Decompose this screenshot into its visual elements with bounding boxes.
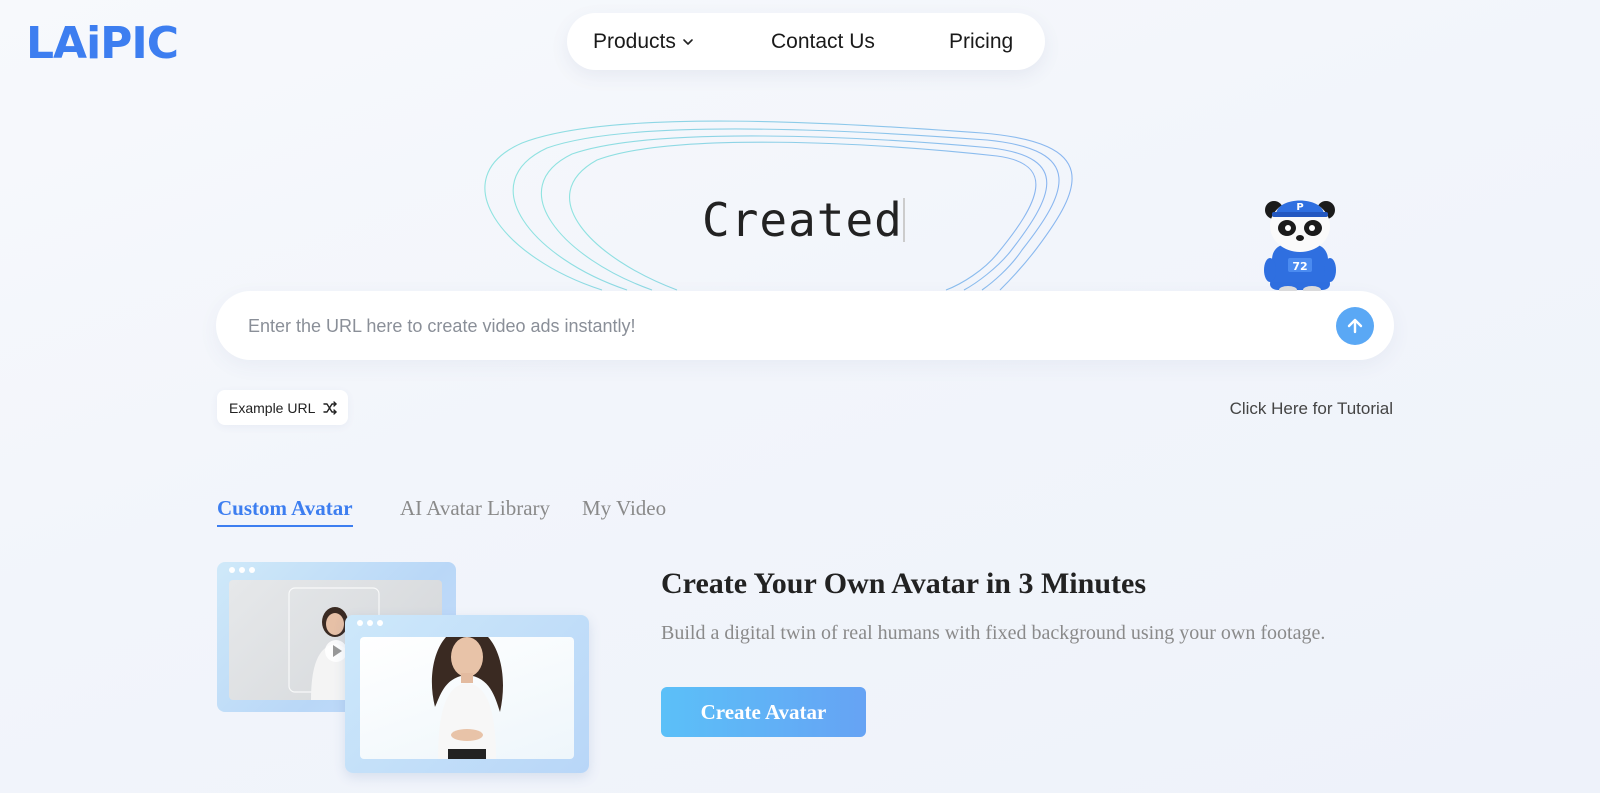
tutorial-link[interactable]: Click Here for Tutorial — [1230, 399, 1393, 419]
url-search-bar — [216, 291, 1394, 360]
nav-products[interactable]: Products — [593, 30, 694, 54]
example-url-label: Example URL — [229, 399, 316, 416]
svg-text:72: 72 — [1292, 260, 1307, 273]
arrow-up-icon — [1347, 318, 1363, 334]
hero-typed-word: Created — [702, 193, 903, 247]
tab-ai-avatar-library[interactable]: AI Avatar Library — [400, 496, 550, 521]
tab-my-video[interactable]: My Video — [582, 496, 666, 521]
svg-text:P: P — [1296, 202, 1303, 213]
nav-pricing[interactable]: Pricing — [949, 30, 1013, 54]
chevron-down-icon — [683, 39, 693, 45]
avatar-screen — [360, 637, 574, 759]
logo[interactable]: LAiPIC — [26, 18, 179, 69]
top-nav: Products Contact Us Pricing — [567, 13, 1045, 70]
nav-contact-us[interactable]: Contact Us — [771, 30, 875, 54]
feature-description: Build a digital twin of real humans with… — [661, 622, 1326, 644]
window-dots — [357, 620, 383, 626]
tab-custom-avatar[interactable]: Custom Avatar — [217, 496, 353, 527]
nav-products-label: Products — [593, 30, 676, 53]
example-url-button[interactable]: Example URL — [217, 390, 348, 425]
shuffle-icon — [323, 400, 338, 415]
typing-caret — [903, 198, 905, 242]
create-avatar-button[interactable]: Create Avatar — [661, 687, 866, 737]
avatar-figure — [431, 637, 503, 759]
avatar-preview-front-card — [345, 615, 589, 773]
url-input[interactable] — [248, 308, 1308, 344]
window-dots — [229, 567, 255, 573]
submit-button[interactable] — [1336, 307, 1374, 345]
panda-mascot: 72 P — [1264, 200, 1336, 294]
play-icon — [325, 640, 347, 662]
feature-title: Create Your Own Avatar in 3 Minutes — [661, 567, 1146, 600]
